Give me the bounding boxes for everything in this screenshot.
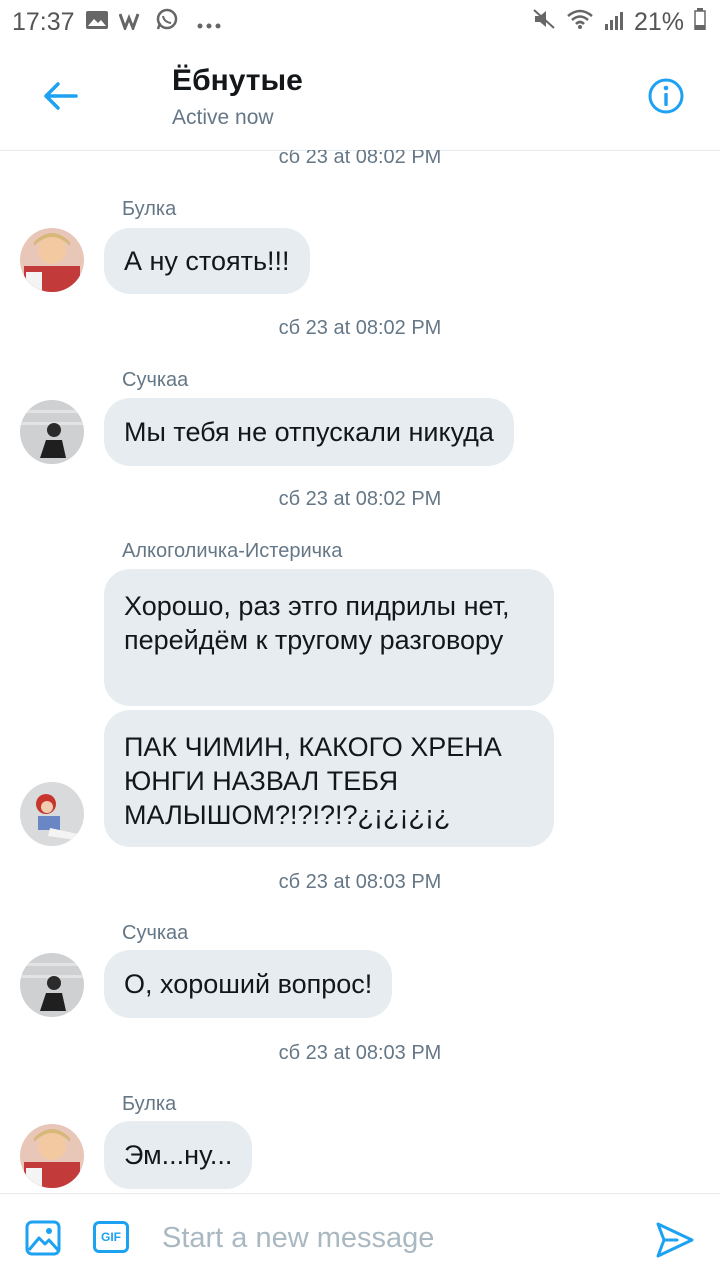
message-bubble[interactable]: А ну стоять!!! bbox=[104, 228, 310, 294]
battery-icon bbox=[694, 7, 706, 37]
conversation-title: Ёбнутые bbox=[172, 64, 303, 97]
message-bubble[interactable]: Мы тебя не отпускали никуда bbox=[104, 398, 514, 466]
message-timestamp: сб 23 at 08:03 PM bbox=[278, 871, 442, 893]
conversation-status: Active now bbox=[172, 106, 274, 129]
image-icon[interactable] bbox=[25, 1220, 61, 1256]
gallery-icon bbox=[85, 8, 109, 37]
message-timestamp: сб 23 at 08:02 PM bbox=[278, 150, 442, 168]
more-dots-icon bbox=[197, 8, 221, 37]
message-sender: Сучкаа bbox=[122, 369, 189, 391]
info-icon[interactable] bbox=[646, 76, 686, 116]
message-bubble[interactable]: Хорошо, раз этго пидрилы нет, перейдём к… bbox=[104, 569, 554, 706]
signal-icon bbox=[604, 8, 624, 37]
back-arrow-icon[interactable] bbox=[40, 76, 80, 116]
message-sender: Алкоголичка-Истеричка bbox=[122, 540, 343, 562]
avatar[interactable] bbox=[20, 782, 84, 846]
message-bubble[interactable]: ПАК ЧИМИН, КАКОГО ХРЕНА ЮНГИ НАЗВАЛ ТЕБЯ… bbox=[104, 710, 554, 847]
message-timestamp: сб 23 at 08:02 PM bbox=[278, 488, 442, 510]
message-bubble[interactable]: Эм...ну... bbox=[104, 1121, 253, 1189]
battery-percent: 21% bbox=[633, 7, 684, 36]
send-icon[interactable] bbox=[655, 1220, 695, 1260]
mute-icon bbox=[532, 8, 556, 37]
status-time: 17:37 bbox=[12, 7, 75, 36]
whatsapp-icon bbox=[155, 7, 179, 38]
message-input[interactable] bbox=[162, 1216, 622, 1260]
avatar[interactable] bbox=[20, 953, 84, 1017]
message-bubble[interactable]: О, хороший вопрос! bbox=[104, 950, 393, 1018]
avatar[interactable] bbox=[20, 1124, 84, 1188]
gif-button[interactable]: GIF bbox=[93, 1221, 129, 1253]
message-sender: Булка bbox=[122, 198, 177, 220]
message-composer: GIF bbox=[0, 1193, 720, 1281]
message-sender: Сучкаа bbox=[122, 922, 189, 944]
message-timestamp: сб 23 at 08:02 PM bbox=[278, 317, 442, 339]
avatar[interactable] bbox=[20, 228, 84, 292]
vk-icon bbox=[118, 8, 145, 37]
avatar[interactable] bbox=[20, 400, 84, 464]
status-bar: 17:37 21% bbox=[0, 0, 720, 44]
wifi-icon bbox=[566, 8, 594, 37]
message-sender: Булка bbox=[122, 1093, 177, 1115]
message-timestamp: сб 23 at 08:03 PM bbox=[278, 1042, 442, 1064]
conversation-header: Ёбнутые Active now bbox=[0, 44, 720, 151]
message-list[interactable]: сб 23 at 08:02 PM Булка А ну стоять!!! с… bbox=[0, 150, 720, 1193]
